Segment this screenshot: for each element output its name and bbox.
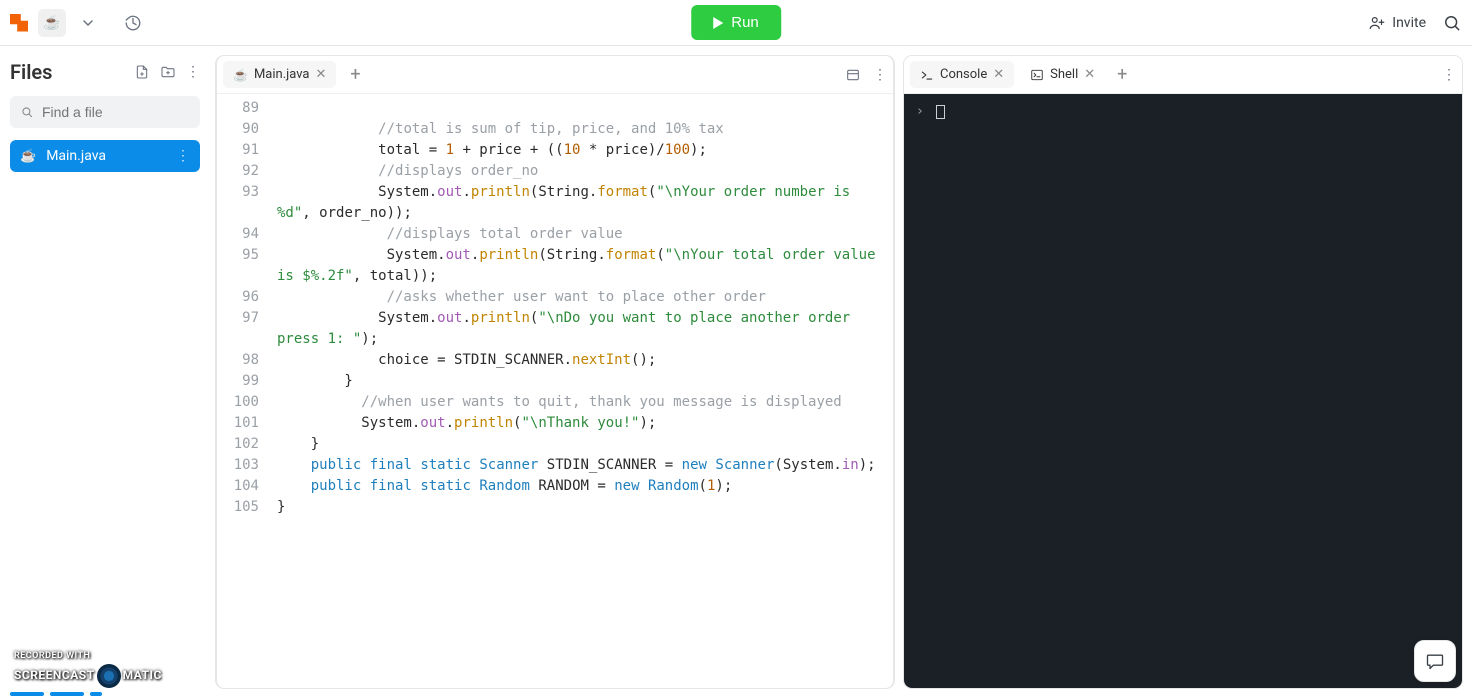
tab-shell[interactable]: Shell ✕ bbox=[1020, 61, 1105, 88]
tab-label: Shell bbox=[1050, 67, 1078, 82]
new-folder-icon[interactable] bbox=[160, 64, 176, 80]
language-badge[interactable]: ☕ bbox=[38, 9, 66, 37]
terminal-icon bbox=[920, 68, 934, 82]
java-icon: ☕ bbox=[43, 15, 60, 31]
more-icon[interactable]: ⋮ bbox=[1442, 67, 1456, 83]
watermark-logo-icon bbox=[97, 664, 121, 688]
chevron-down-icon[interactable] bbox=[82, 17, 94, 29]
console-tabs: Console ✕ Shell ✕ + ⋮ bbox=[904, 56, 1462, 94]
code-area[interactable]: 8990919293 9495 9697 9899100101102103104… bbox=[217, 94, 893, 688]
java-icon: ☕ bbox=[233, 68, 248, 82]
chat-button[interactable] bbox=[1414, 640, 1456, 682]
cursor-icon bbox=[936, 105, 945, 119]
code-content[interactable]: //total is sum of tip, price, and 10% ta… bbox=[269, 94, 893, 688]
history-icon[interactable] bbox=[124, 14, 142, 32]
more-icon[interactable]: ⋮ bbox=[176, 148, 190, 164]
file-item-label: Main.java bbox=[46, 148, 106, 164]
accent-bars bbox=[10, 692, 102, 696]
java-icon: ☕ bbox=[20, 149, 36, 164]
layout-icon[interactable] bbox=[845, 67, 861, 83]
file-search-input[interactable] bbox=[42, 104, 190, 120]
file-item-main-java[interactable]: ☕ Main.java ⋮ bbox=[10, 140, 200, 172]
invite-button[interactable]: Invite bbox=[1368, 14, 1426, 32]
line-gutter: 8990919293 9495 9697 9899100101102103104… bbox=[217, 94, 269, 688]
watermark-line2b: MATIC bbox=[123, 668, 162, 682]
invite-label: Invite bbox=[1392, 15, 1426, 31]
watermark-line2a: SCREENCAST bbox=[14, 668, 95, 682]
play-icon bbox=[713, 17, 723, 29]
console-prompt: › bbox=[916, 104, 924, 119]
more-icon[interactable]: ⋮ bbox=[873, 67, 887, 83]
run-label: Run bbox=[731, 14, 759, 31]
close-icon[interactable]: ✕ bbox=[1084, 67, 1095, 82]
tab-label: Console bbox=[940, 67, 987, 82]
watermark-line1: RECORDED WITH bbox=[14, 648, 162, 664]
files-title: Files bbox=[10, 60, 134, 84]
console-panel: Console ✕ Shell ✕ + ⋮ › bbox=[904, 56, 1462, 688]
search-icon[interactable] bbox=[1442, 13, 1462, 33]
tab-console[interactable]: Console ✕ bbox=[910, 61, 1014, 88]
file-search[interactable] bbox=[10, 96, 200, 128]
add-tab-button[interactable]: + bbox=[344, 64, 366, 85]
editor-tabs: ☕ Main.java ✕ + ⋮ bbox=[217, 56, 893, 94]
files-panel: Files ⋮ ☕ Main.java ⋮ bbox=[0, 46, 210, 698]
close-icon[interactable]: ✕ bbox=[316, 67, 327, 82]
tab-label: Main.java bbox=[254, 67, 310, 82]
replit-logo-icon[interactable] bbox=[10, 14, 28, 32]
shell-icon bbox=[1030, 68, 1044, 82]
main: Files ⋮ ☕ Main.java ⋮ ☕ M bbox=[0, 46, 1472, 698]
invite-icon bbox=[1368, 14, 1386, 32]
editor-panel: ☕ Main.java ✕ + ⋮ 8990919293 9495 9697 9… bbox=[216, 56, 894, 688]
new-file-icon[interactable] bbox=[134, 64, 150, 80]
watermark: RECORDED WITH SCREENCAST MATIC bbox=[14, 648, 162, 688]
tab-main-java[interactable]: ☕ Main.java ✕ bbox=[223, 61, 336, 88]
more-icon[interactable]: ⋮ bbox=[186, 64, 200, 80]
add-tab-button[interactable]: + bbox=[1111, 64, 1133, 85]
chat-icon bbox=[1425, 651, 1445, 671]
console-body[interactable]: › bbox=[904, 94, 1462, 688]
search-icon bbox=[20, 104, 34, 120]
close-icon[interactable]: ✕ bbox=[993, 67, 1004, 82]
run-button[interactable]: Run bbox=[691, 5, 781, 40]
topbar: ☕ Run Invite bbox=[0, 0, 1472, 46]
